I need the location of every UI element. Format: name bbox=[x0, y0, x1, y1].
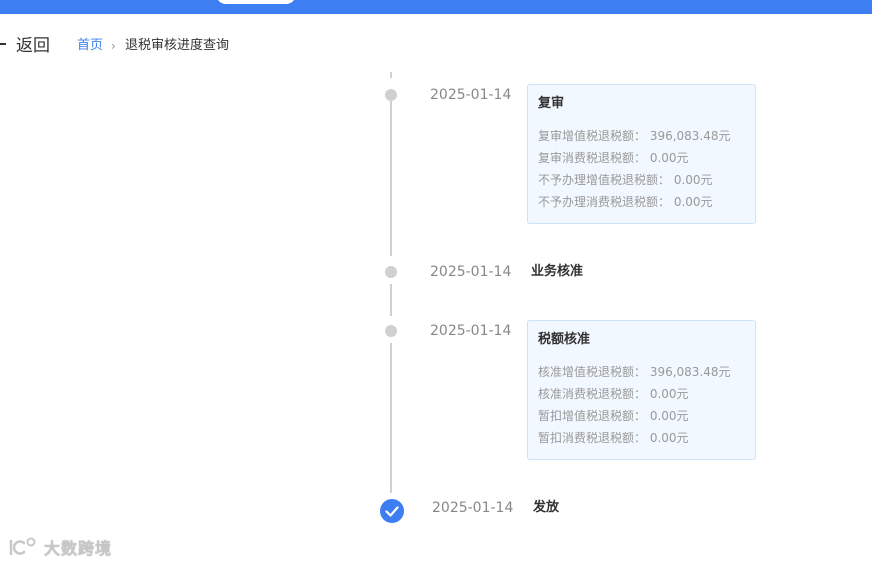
timeline-date: 2025-01-14 bbox=[430, 264, 512, 280]
card-row: 不予办理增值税退税额： 0.00元 bbox=[538, 173, 713, 187]
card-title: 复审 bbox=[538, 96, 565, 111]
timeline-title: 业务核准 bbox=[531, 264, 584, 279]
watermark-text: 大数跨境 bbox=[44, 539, 113, 558]
amount-approval-card: 税额核准 核准增值税退税额： 396,083.48元 核准消费税退税额： 0.0… bbox=[527, 320, 756, 460]
recheck-card: 复审 复审增值税退税额： 396,083.48元 复审消费税退税额： 0.00元… bbox=[527, 84, 756, 224]
timeline-date: 2025-01-14 bbox=[432, 500, 514, 516]
timeline-line bbox=[390, 72, 392, 78]
card-title: 税额核准 bbox=[538, 332, 591, 347]
timeline-line bbox=[390, 343, 392, 493]
timeline-date: 2025-01-14 bbox=[430, 87, 512, 103]
timeline-dot bbox=[385, 266, 397, 278]
card-row: 暂扣增值税退税额： 0.00元 bbox=[538, 409, 689, 423]
check-icon bbox=[380, 499, 404, 523]
watermark-logo-icon bbox=[8, 537, 38, 557]
card-row: 复审增值税退税额： 396,083.48元 bbox=[538, 129, 731, 143]
timeline-dot bbox=[385, 89, 397, 101]
card-row: 核准增值税退税额： 396,083.48元 bbox=[538, 365, 731, 379]
timeline-dot bbox=[385, 325, 397, 337]
timeline-date: 2025-01-14 bbox=[430, 323, 512, 339]
timeline-line bbox=[390, 284, 392, 316]
watermark: 大数跨境 bbox=[8, 536, 112, 558]
timeline-title: 发放 bbox=[533, 500, 560, 515]
timeline-line bbox=[390, 101, 392, 256]
card-row: 暂扣消费税退税额： 0.00元 bbox=[538, 431, 689, 445]
card-row: 复审消费税退税额： 0.00元 bbox=[538, 151, 689, 165]
card-row: 核准消费税退税额： 0.00元 bbox=[538, 387, 689, 401]
progress-timeline: 2025-01-14 复审 复审增值税退税额： 396,083.48元 复审消费… bbox=[0, 0, 872, 564]
card-row: 不予办理消费税退税额： 0.00元 bbox=[538, 195, 713, 209]
